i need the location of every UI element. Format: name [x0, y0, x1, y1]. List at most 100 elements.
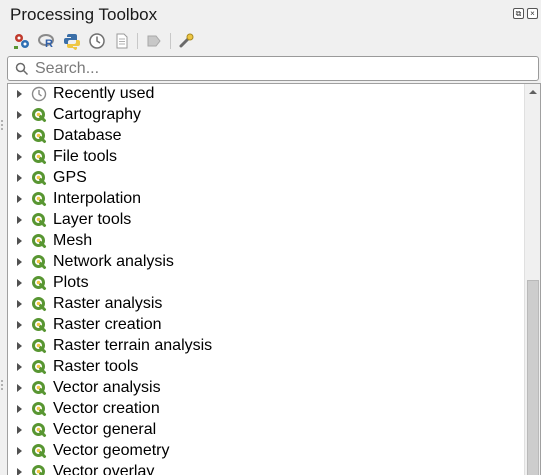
expand-arrow-icon[interactable] [17, 321, 22, 329]
tree-item-label: Recently used [53, 85, 155, 102]
tree-item-label: Raster terrain analysis [53, 337, 213, 354]
tree-item[interactable]: Mesh [8, 231, 523, 252]
expand-arrow-icon[interactable] [17, 279, 22, 287]
expand-arrow-icon[interactable] [17, 90, 22, 98]
expand-arrow-icon[interactable] [17, 468, 22, 475]
history-icon [89, 33, 105, 49]
python-scripts-icon [64, 34, 80, 50]
qgis-icon [31, 443, 47, 459]
panel-title: Processing Toolbox [10, 5, 158, 24]
expand-arrow-icon[interactable] [17, 237, 22, 245]
qgis-icon [31, 275, 47, 291]
qgis-icon [31, 212, 47, 228]
options-icon [179, 33, 194, 48]
svg-text:R: R [45, 38, 53, 50]
qgis-icon [31, 296, 47, 312]
scrollbar-thumb[interactable] [527, 280, 539, 475]
expand-arrow-icon[interactable] [17, 258, 22, 266]
tree-item[interactable]: Vector overlay [8, 462, 523, 475]
tree-item[interactable]: Cartography [8, 105, 523, 126]
r-scripts-icon: R [38, 34, 54, 50]
in-place-edit-icon [147, 35, 161, 47]
expand-arrow-icon[interactable] [17, 300, 22, 308]
tree-item-label: Vector analysis [53, 379, 161, 396]
expand-arrow-icon[interactable] [17, 426, 22, 434]
python-scripts-button[interactable] [62, 31, 82, 51]
qgis-icon [31, 317, 47, 333]
tree-item[interactable]: Plots [8, 273, 523, 294]
search-icon [15, 62, 29, 76]
tree-item[interactable]: Database [8, 126, 523, 147]
algorithm-tree: Recently used Cartography Database File too… [7, 83, 541, 475]
tree-item-label: Layer tools [53, 211, 132, 228]
qgis-icon [31, 359, 47, 375]
tree-item-label: Vector general [53, 421, 157, 438]
history-button[interactable] [87, 31, 107, 51]
float-panel-button[interactable]: ⧉ [513, 8, 524, 19]
expand-arrow-icon[interactable] [17, 342, 22, 350]
qgis-icon [31, 422, 47, 438]
options-button[interactable] [176, 31, 196, 51]
qgis-icon [31, 401, 47, 417]
tree-item[interactable]: Raster terrain analysis [8, 336, 523, 357]
qgis-icon [31, 338, 47, 354]
toolbar-separator [170, 33, 171, 49]
models-icon [14, 34, 29, 49]
tree-item[interactable]: Recently used [8, 84, 523, 105]
expand-arrow-icon[interactable] [17, 216, 22, 224]
tree-item-label: GPS [53, 169, 87, 186]
tree-item-label: Interpolation [53, 190, 142, 207]
expand-arrow-icon[interactable] [17, 111, 22, 119]
expand-arrow-icon[interactable] [17, 363, 22, 371]
tree-item-label: Vector overlay [53, 463, 155, 475]
expand-arrow-icon[interactable] [17, 174, 22, 182]
dock-resize-grip[interactable] [0, 0, 4, 475]
expand-arrow-icon[interactable] [17, 384, 22, 392]
close-panel-button[interactable]: × [527, 8, 538, 19]
tree-item[interactable]: Vector analysis [8, 378, 523, 399]
expand-arrow-icon[interactable] [17, 132, 22, 140]
tree-item[interactable]: Raster analysis [8, 294, 523, 315]
tree-items: Recently used Cartography Database File too… [8, 84, 523, 475]
expand-arrow-icon[interactable] [17, 405, 22, 413]
tree-item-label: Database [53, 127, 122, 144]
panel-titlebar: Processing Toolbox ⧉ × [0, 0, 541, 30]
r-scripts-button[interactable]: R [37, 31, 57, 51]
tree-item-label: Raster analysis [53, 295, 163, 312]
tree-item-label: Cartography [53, 106, 142, 123]
tree-item-label: Vector geometry [53, 442, 170, 459]
tree-item[interactable]: Raster creation [8, 315, 523, 336]
tree-item[interactable]: Network analysis [8, 252, 523, 273]
tree-item[interactable]: GPS [8, 168, 523, 189]
expand-arrow-icon[interactable] [17, 447, 22, 455]
search-box[interactable] [7, 56, 539, 81]
in-place-edit-button[interactable] [144, 31, 164, 51]
qgis-icon [31, 254, 47, 270]
tree-item[interactable]: Vector general [8, 420, 523, 441]
tree-item-label: Mesh [53, 232, 93, 249]
tree-item[interactable]: Raster tools [8, 357, 523, 378]
tree-item[interactable]: Vector geometry [8, 441, 523, 462]
scroll-up-icon[interactable] [529, 90, 537, 94]
tree-item[interactable]: File tools [8, 147, 523, 168]
tree-item[interactable]: Vector creation [8, 399, 523, 420]
qgis-icon [31, 380, 47, 396]
tree-item[interactable]: Layer tools [8, 210, 523, 231]
qgis-icon [31, 128, 47, 144]
vertical-scrollbar[interactable] [524, 84, 540, 475]
search-input[interactable] [35, 57, 530, 80]
qgis-icon [31, 191, 47, 207]
results-viewer-icon [116, 33, 128, 49]
tree-item-label: Raster creation [53, 316, 162, 333]
qgis-icon [31, 107, 47, 123]
tree-item-label: Network analysis [53, 253, 174, 270]
toolbar: R [0, 30, 541, 54]
models-button[interactable] [12, 31, 32, 51]
expand-arrow-icon[interactable] [17, 195, 22, 203]
tree-item-label: Vector creation [53, 400, 160, 417]
tree-item[interactable]: Interpolation [8, 189, 523, 210]
qgis-icon [31, 149, 47, 165]
results-viewer-button[interactable] [112, 31, 132, 51]
toolbar-separator [137, 33, 138, 49]
expand-arrow-icon[interactable] [17, 153, 22, 161]
